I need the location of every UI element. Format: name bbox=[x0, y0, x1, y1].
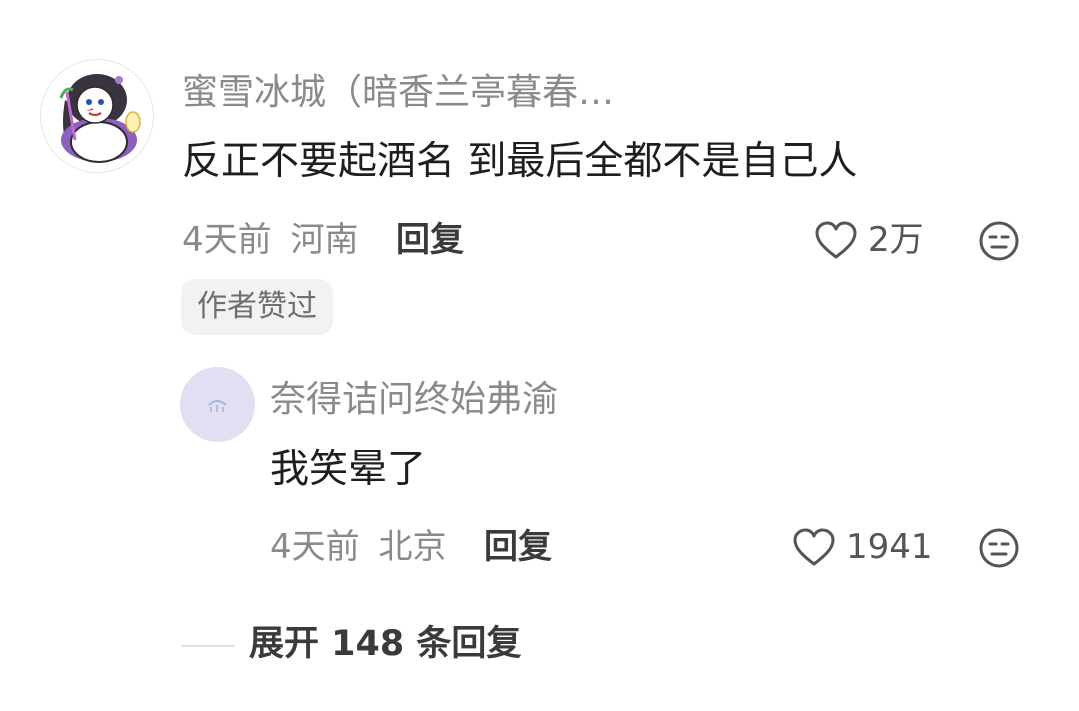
expand-divider-line bbox=[181, 645, 235, 647]
comment-thread: 蜜雪冰城（暗香兰亭暮春… 反正不要起酒名 到最后全都不是自己人 4天前 河南 回… bbox=[0, 0, 1079, 711]
reply-avatar-graphic bbox=[208, 400, 227, 412]
reply-text: 我笑晕了 bbox=[270, 447, 427, 492]
lavender-avatar-icon[interactable] bbox=[180, 367, 255, 442]
meh-face-icon bbox=[979, 221, 1019, 261]
comment-like-button[interactable]: 2万 bbox=[814, 218, 924, 262]
author-liked-badge: 作者赞过 bbox=[181, 279, 333, 335]
reply-like-count: 1941 bbox=[846, 527, 933, 567]
reply-time: 4天前 bbox=[270, 527, 360, 567]
comment-username[interactable]: 蜜雪冰城（暗香兰亭暮春… bbox=[182, 71, 614, 115]
heart-icon bbox=[793, 528, 835, 566]
reply-like-button[interactable]: 1941 bbox=[792, 525, 933, 569]
comment-dislike-button[interactable] bbox=[978, 220, 1020, 266]
reply-location: 北京 bbox=[378, 527, 447, 567]
reply-reply-button[interactable]: 回复 bbox=[484, 525, 552, 569]
comment-time: 4天前 bbox=[182, 220, 272, 260]
reply-username[interactable]: 奈得诘问终始弗渝 bbox=[270, 378, 558, 422]
comment-text: 反正不要起酒名 到最后全都不是自己人 bbox=[182, 139, 858, 184]
expand-replies-button[interactable]: 展开 148 条回复 bbox=[249, 622, 521, 666]
reply-dislike-button[interactable] bbox=[978, 527, 1020, 573]
comment-location: 河南 bbox=[290, 220, 359, 260]
snowman-avatar-icon[interactable] bbox=[40, 59, 154, 173]
heart-icon bbox=[815, 221, 857, 259]
comment-reply-button[interactable]: 回复 bbox=[396, 218, 464, 262]
snowman-avatar-graphic bbox=[59, 74, 141, 163]
comment-like-count: 2万 bbox=[868, 220, 924, 260]
meh-face-icon bbox=[979, 528, 1019, 568]
